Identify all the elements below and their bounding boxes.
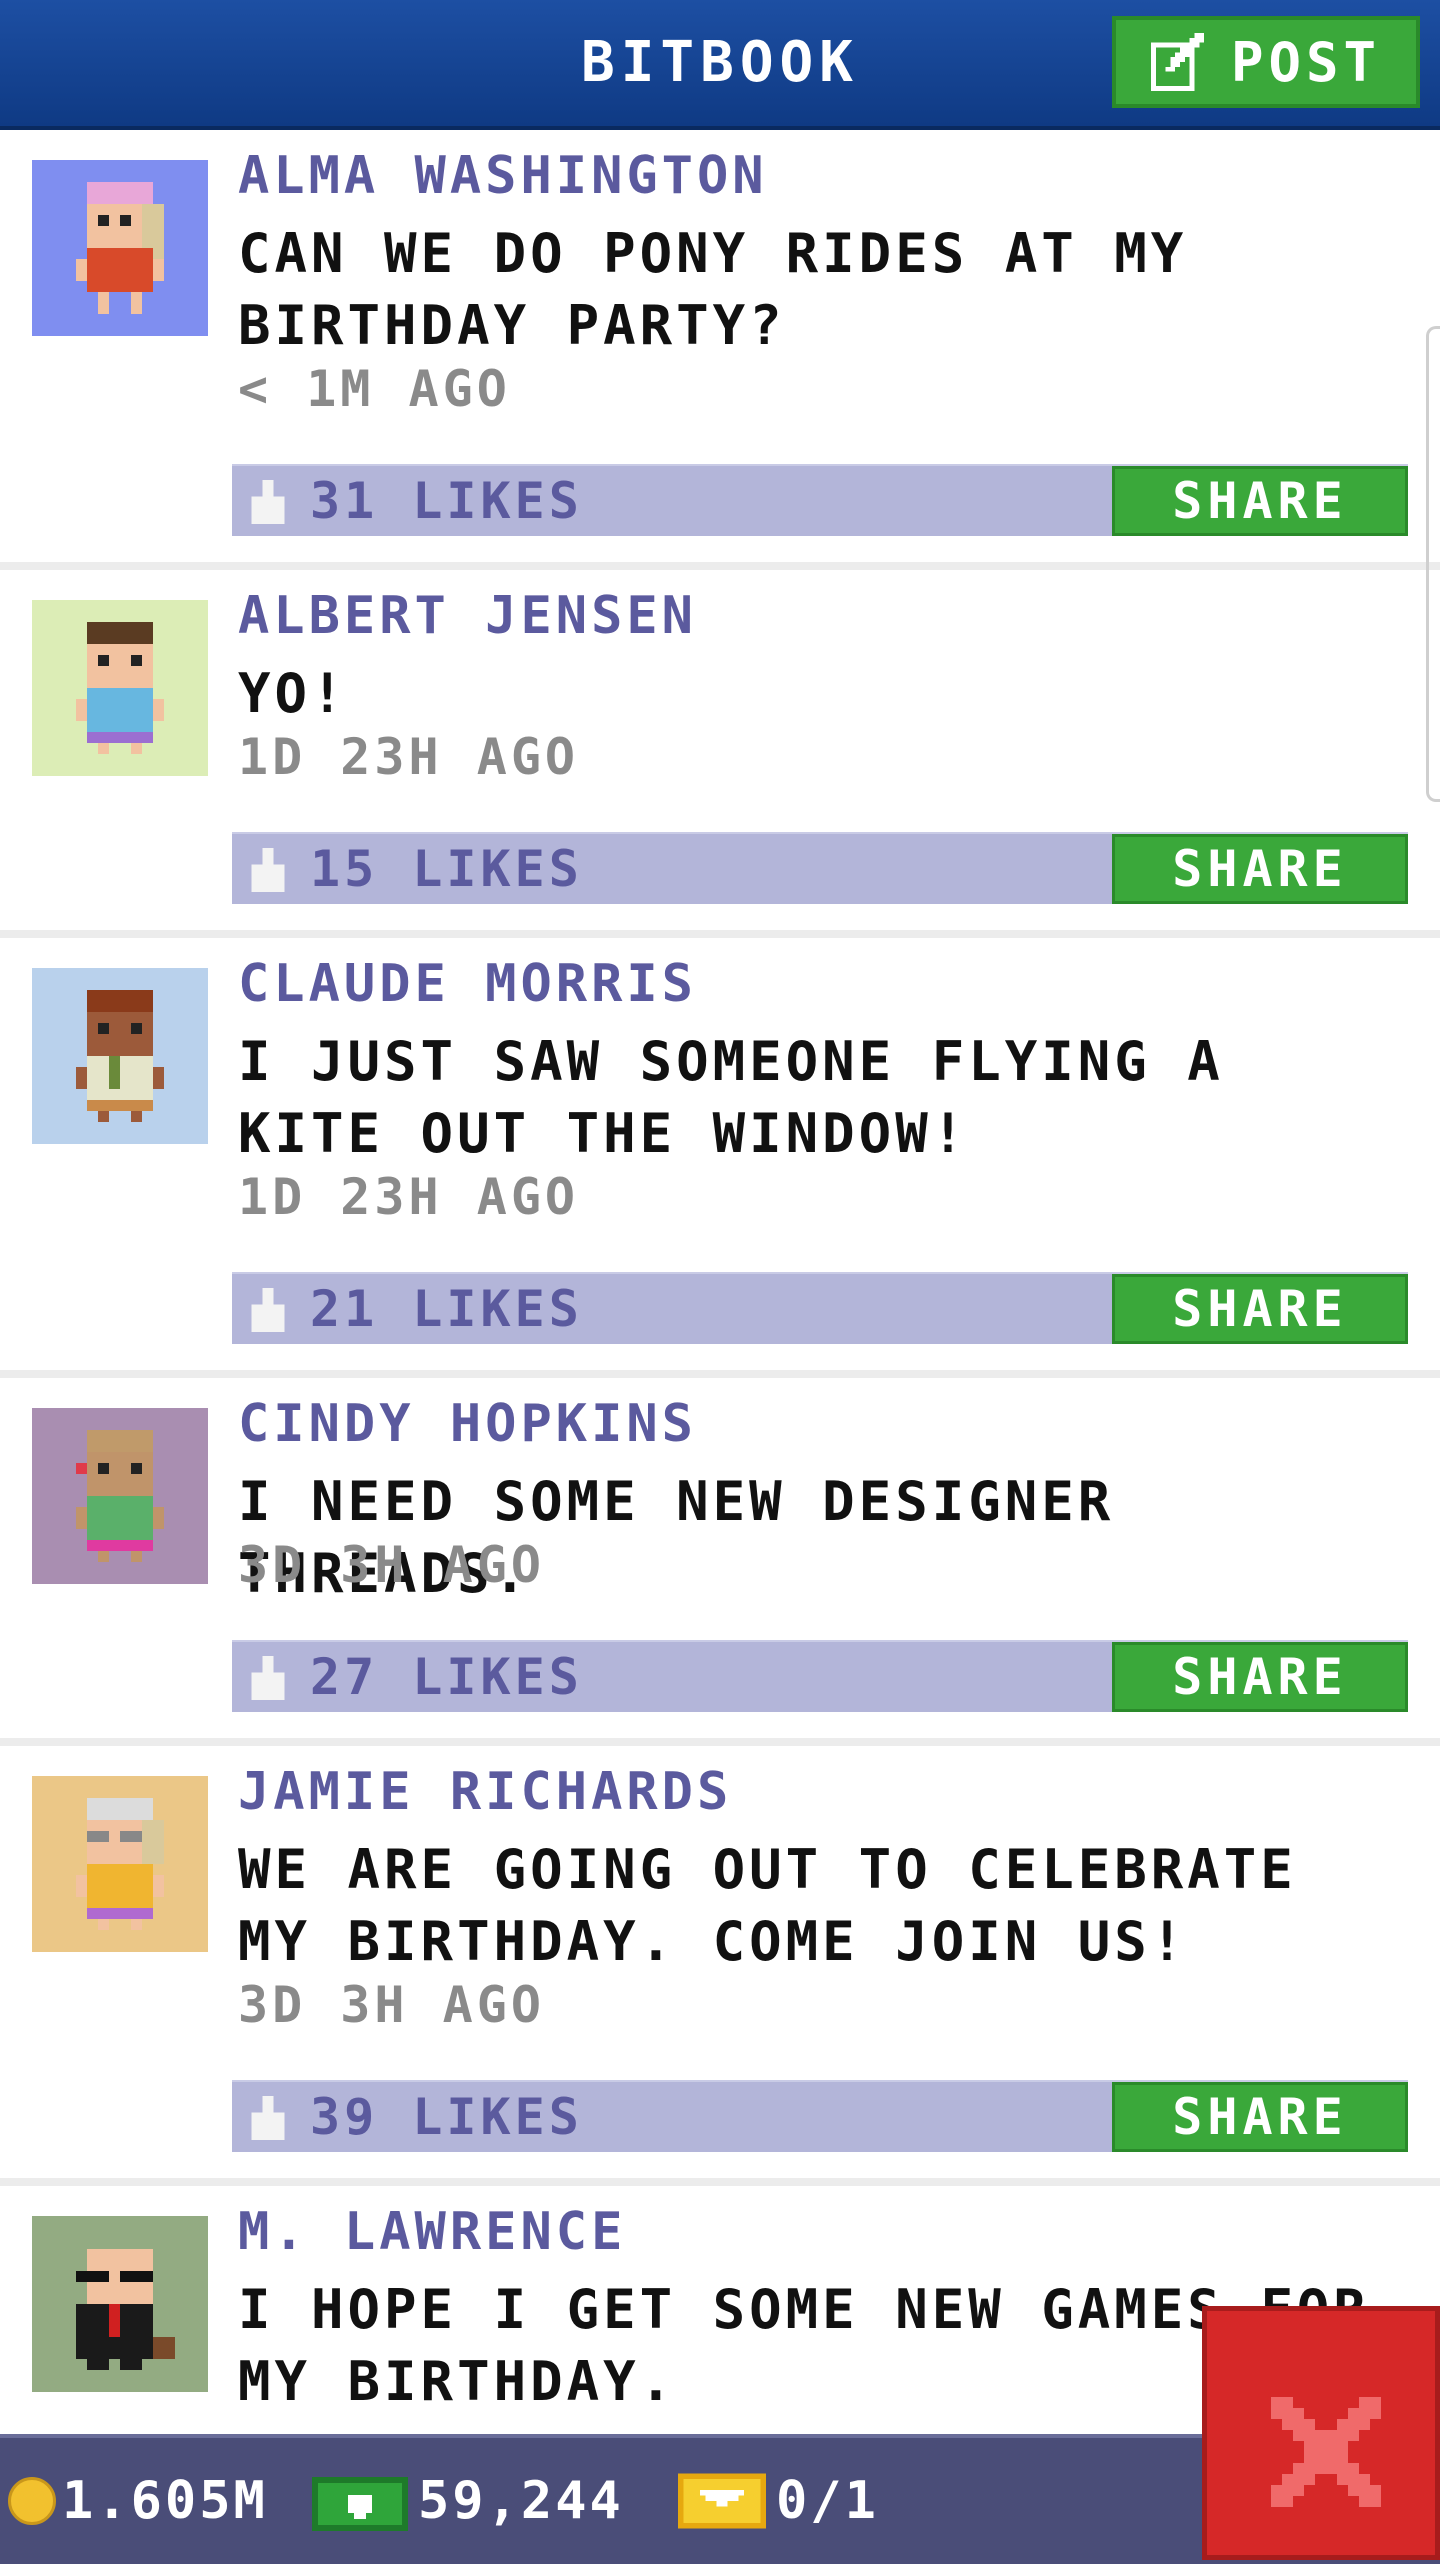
post-divider — [0, 930, 1440, 938]
share-button[interactable]: SHARE — [1112, 1274, 1408, 1344]
post-message: I JUST SAW SOMEONE FLYING A KITE OUT THE… — [238, 1030, 1224, 1165]
post-divider — [0, 1370, 1440, 1378]
like-bar: 15 LIKES SHARE — [232, 832, 1408, 904]
thumbs-up-icon[interactable] — [246, 848, 290, 892]
post-divider — [0, 2178, 1440, 2186]
like-count: 39 LIKES — [310, 2088, 583, 2146]
share-button[interactable]: SHARE — [1112, 2082, 1408, 2152]
poster-name: M. LAWRENCE — [238, 2202, 627, 2262]
avatar[interactable] — [32, 2216, 208, 2392]
bitizen-avatar-icon — [76, 182, 164, 314]
like-bar: 21 LIKES SHARE — [232, 1272, 1408, 1344]
feed-post: ALBERT JENSEN YO! 1D 23H AGO 15 LIKES SH… — [0, 570, 1440, 938]
post-divider — [0, 562, 1440, 570]
post-message: WE ARE GOING OUT TO CELEBRATE MY BIRTHDA… — [238, 1838, 1297, 1973]
share-button[interactable]: SHARE — [1112, 466, 1408, 536]
coin-icon — [8, 2477, 56, 2525]
post-button-label: POST — [1230, 30, 1382, 94]
poster-name: CLAUDE MORRIS — [238, 954, 697, 1014]
post-button[interactable]: POST — [1112, 16, 1420, 108]
like-count: 15 LIKES — [310, 840, 583, 898]
compose-icon — [1150, 33, 1209, 91]
feed-post: JAMIE RICHARDS WE ARE GOING OUT TO CELEB… — [0, 1746, 1440, 2186]
feed-post: CLAUDE MORRIS I JUST SAW SOMEONE FLYING … — [0, 938, 1440, 1378]
like-count: 27 LIKES — [310, 1648, 583, 1706]
share-button[interactable]: SHARE — [1112, 1642, 1408, 1712]
avatar[interactable] — [32, 1776, 208, 1952]
bitizen-avatar-icon — [76, 2249, 175, 2370]
feed-post: CINDY HOPKINS I NEED SOME NEW DESIGNER T… — [0, 1378, 1440, 1746]
tickets-display: 0/1 — [678, 2438, 879, 2564]
post-time: 1D 23H AGO — [238, 1168, 580, 1226]
post-divider — [0, 1738, 1440, 1746]
like-bar: 31 LIKES SHARE — [232, 464, 1408, 536]
bux-value: 59,244 — [418, 2471, 624, 2531]
post-time: < 1M AGO — [238, 360, 511, 418]
close-button[interactable] — [1202, 2306, 1440, 2560]
tickets-value: 0/1 — [776, 2471, 879, 2531]
avatar[interactable] — [32, 1408, 208, 1584]
avatar[interactable] — [32, 968, 208, 1144]
coins-display: 1.605M — [8, 2438, 268, 2564]
bitizen-avatar-icon — [76, 990, 164, 1122]
bitizen-avatar-icon — [76, 1430, 164, 1562]
avatar[interactable] — [32, 160, 208, 336]
post-time: 3D 3H AGO — [238, 1536, 545, 1594]
scroll-indicator[interactable] — [1426, 326, 1440, 802]
poster-name: CINDY HOPKINS — [238, 1394, 697, 1454]
thumbs-up-icon[interactable] — [246, 2096, 290, 2140]
poster-name: JAMIE RICHARDS — [238, 1762, 733, 1822]
app-header: BITBOOK POST — [0, 0, 1440, 130]
thumbs-up-icon[interactable] — [246, 1288, 290, 1332]
poster-name: ALMA WASHINGTON — [238, 146, 768, 206]
ticket-icon — [678, 2473, 766, 2529]
bitizen-avatar-icon — [76, 1798, 164, 1930]
post-time: 3D 3H AGO — [238, 1976, 545, 2034]
bux-display: 59,244 — [312, 2438, 624, 2564]
coins-value: 1.605M — [62, 2471, 268, 2531]
like-bar: 27 LIKES SHARE — [232, 1640, 1408, 1712]
like-bar: 39 LIKES SHARE — [232, 2080, 1408, 2152]
post-message: CAN WE DO PONY RIDES AT MY BIRTHDAY PART… — [238, 222, 1188, 357]
feed-post: ALMA WASHINGTON CAN WE DO PONY RIDES AT … — [0, 130, 1440, 570]
avatar[interactable] — [32, 600, 208, 776]
news-feed: ALMA WASHINGTON CAN WE DO PONY RIDES AT … — [0, 130, 1440, 2486]
poster-name: ALBERT JENSEN — [238, 586, 697, 646]
thumbs-up-icon[interactable] — [246, 1656, 290, 1700]
bux-icon — [312, 2477, 408, 2531]
close-icon — [1271, 2397, 1381, 2507]
share-button[interactable]: SHARE — [1112, 834, 1408, 904]
post-message: YO! — [238, 662, 348, 725]
bitizen-avatar-icon — [76, 622, 164, 754]
thumbs-up-icon[interactable] — [246, 480, 290, 524]
post-time: 1D 23H AGO — [238, 728, 580, 786]
like-count: 31 LIKES — [310, 472, 583, 530]
like-count: 21 LIKES — [310, 1280, 583, 1338]
